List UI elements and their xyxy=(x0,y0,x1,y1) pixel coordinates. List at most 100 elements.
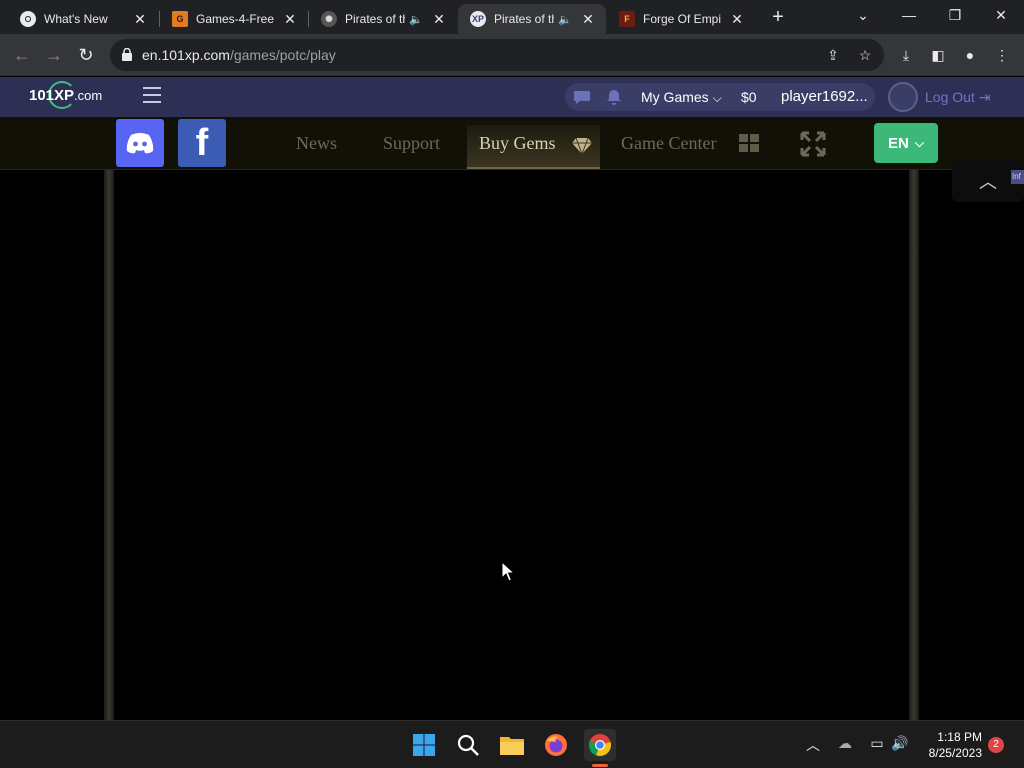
folder-icon xyxy=(500,737,524,755)
bookmark-star-icon[interactable]: ☆ xyxy=(856,46,874,64)
discord-icon xyxy=(126,133,154,154)
site-header: 101XP.com My Games ⌵ $0 player1692... Lo… xyxy=(0,77,1024,117)
info-tab[interactable]: Inf xyxy=(1011,170,1024,184)
search-icon xyxy=(457,734,479,756)
search-button[interactable] xyxy=(452,729,484,761)
bell-icon[interactable] xyxy=(605,88,623,106)
file-explorer-button[interactable] xyxy=(496,729,528,761)
games4free-icon: G xyxy=(172,11,188,27)
notification-badge[interactable]: 2 xyxy=(988,737,1004,753)
clock-date: 8/25/2023 xyxy=(928,746,982,760)
profile-icon[interactable]: ● xyxy=(960,45,980,65)
avatar[interactable] xyxy=(888,82,918,112)
tab-title: Forge Of Empire xyxy=(643,12,721,26)
forward-button[interactable]: → xyxy=(42,43,66,67)
url-text: en.101xp.com/games/potc/play xyxy=(142,47,336,63)
reload-button[interactable]: ↻ xyxy=(74,43,98,67)
tab-games-4-free[interactable]: G Games-4-Free.c ✕ xyxy=(160,4,308,34)
facebook-button[interactable]: f xyxy=(178,119,226,167)
forge-icon: F xyxy=(619,11,635,27)
menu-kebab-icon[interactable]: ⋮ xyxy=(992,45,1012,65)
tab-whats-new[interactable]: What's New ✕ xyxy=(8,4,158,34)
browser-toolbar: ← → ↻ en.101xp.com/games/potc/play ⇪ ☆ ⤓… xyxy=(0,34,1024,76)
balance[interactable]: $0 xyxy=(741,89,757,105)
gem-icon xyxy=(572,137,592,155)
system-clock[interactable]: 1:18 PM 8/25/2023 xyxy=(918,729,982,761)
language-select[interactable]: EN ⌵ xyxy=(874,123,938,163)
volume-icon[interactable]: 🔊 xyxy=(890,735,910,752)
windows-icon xyxy=(739,134,759,152)
tab-title: Pirates of th xyxy=(345,12,406,26)
logo-text: 101XP xyxy=(29,87,75,104)
new-tab-button[interactable]: + xyxy=(767,6,789,28)
logo-suffix: .com xyxy=(74,88,103,103)
download-icon[interactable]: ⤓ xyxy=(896,45,916,65)
tab-search-chevron-icon[interactable]: ⌄ xyxy=(840,0,886,30)
mouse-cursor-icon xyxy=(501,561,515,582)
discord-button[interactable] xyxy=(116,119,164,167)
clock-time: 1:18 PM xyxy=(937,730,982,744)
nav-game-center[interactable]: Game Center xyxy=(621,133,716,154)
game-nav-bar: f News Support Buy Gems Game Center EN ⌵ xyxy=(0,117,1024,170)
logout-label: Log Out xyxy=(925,89,975,105)
game-frame-right xyxy=(909,170,919,720)
close-tab-icon[interactable]: ✕ xyxy=(729,11,745,28)
my-games-dropdown[interactable]: My Games ⌵ xyxy=(641,89,722,106)
chevron-down-icon: ⌵ xyxy=(712,91,722,105)
my-games-label: My Games xyxy=(641,89,709,105)
close-tab-icon[interactable]: ✕ xyxy=(282,11,298,28)
header-user-area: My Games ⌵ $0 player1692... Log Out ⇥ xyxy=(565,82,1007,112)
fullscreen-icon[interactable] xyxy=(800,131,826,157)
share-icon[interactable]: ⇪ xyxy=(824,46,842,64)
chevron-up-icon: ︿ xyxy=(979,172,997,192)
username[interactable]: player1692... xyxy=(781,88,868,105)
logout-link[interactable]: Log Out ⇥ xyxy=(925,89,990,106)
side-panel-icon[interactable]: ◧ xyxy=(928,45,948,65)
show-hidden-icons-chevron-icon[interactable]: ︿ xyxy=(803,735,823,755)
chat-icon[interactable] xyxy=(573,89,591,105)
browser-tab-strip: What's New ✕ G Games-4-Free.c ✕ ✺ Pirate… xyxy=(0,0,1024,34)
speaker-icon[interactable]: 🔈 xyxy=(558,13,572,26)
nav-news[interactable]: News xyxy=(296,133,337,154)
nav-buy-gems: Buy Gems xyxy=(479,133,556,153)
lock-icon xyxy=(122,48,132,61)
language-label: EN xyxy=(888,134,909,152)
tab-title: What's New xyxy=(44,12,108,26)
minimize-button[interactable]: — xyxy=(886,0,932,30)
restore-button[interactable]: ❐ xyxy=(932,0,978,30)
logout-icon: ⇥ xyxy=(978,89,991,105)
tab-pirates-1[interactable]: ✺ Pirates of th 🔈 ✕ xyxy=(309,4,457,34)
site-logo[interactable]: 101XP.com xyxy=(29,87,102,104)
url-host: en.101xp.com xyxy=(142,47,230,63)
active-app-indicator xyxy=(592,764,608,767)
game-frame-left xyxy=(104,170,114,720)
firefox-icon xyxy=(545,734,567,756)
onedrive-offline-icon[interactable]: ☁ xyxy=(835,735,855,752)
chrome-icon xyxy=(588,734,611,757)
hamburger-menu-icon[interactable] xyxy=(143,87,161,103)
start-button[interactable] xyxy=(408,729,440,761)
taskbar: ︿ ☁ ▭ 🔊 1:18 PM 8/25/2023 2 xyxy=(0,720,1024,768)
speaker-icon[interactable]: 🔈 xyxy=(409,13,423,26)
close-window-button[interactable]: ✕ xyxy=(978,0,1024,30)
chrome-taskbar-button[interactable] xyxy=(584,729,616,761)
close-tab-icon[interactable]: ✕ xyxy=(132,11,148,28)
tab-title: Games-4-Free.c xyxy=(196,12,274,26)
101xp-icon: XP xyxy=(470,11,486,27)
pirates-icon: ✺ xyxy=(321,11,337,27)
chrome-icon xyxy=(20,11,36,27)
game-canvas[interactable] xyxy=(104,170,919,720)
close-tab-icon[interactable]: ✕ xyxy=(431,11,447,28)
close-tab-icon[interactable]: ✕ xyxy=(580,11,596,28)
windows-start-icon xyxy=(413,734,435,756)
firefox-button[interactable] xyxy=(540,729,572,761)
tab-pirates-2-active[interactable]: XP Pirates of th 🔈 ✕ xyxy=(458,4,606,34)
back-button[interactable]: ← xyxy=(10,43,34,67)
tab-forge-of-empires[interactable]: F Forge Of Empire ✕ xyxy=(607,4,755,34)
network-icon[interactable]: ▭ xyxy=(867,735,887,752)
nav-support[interactable]: Support xyxy=(383,133,440,154)
buy-gems-button[interactable]: Buy Gems xyxy=(467,125,600,169)
address-bar[interactable]: en.101xp.com/games/potc/play ⇪ ☆ xyxy=(110,39,884,71)
url-path: /games/potc/play xyxy=(229,47,336,63)
facebook-icon: f xyxy=(195,121,209,164)
